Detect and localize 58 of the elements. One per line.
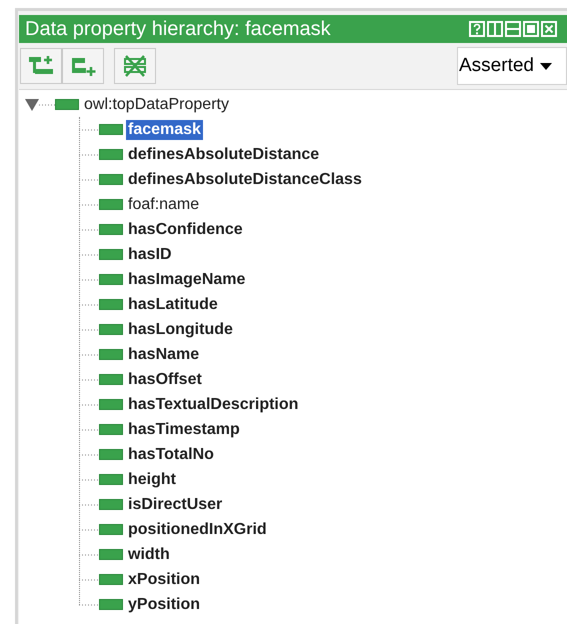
split-vertical-icon[interactable] — [487, 21, 503, 37]
add-sibling-button[interactable] — [62, 48, 104, 84]
add-subproperty-button[interactable] — [20, 48, 62, 84]
data-property-icon — [99, 124, 123, 135]
data-property-icon — [99, 299, 123, 310]
data-property-icon — [99, 499, 123, 510]
property-label[interactable]: facemask — [126, 120, 203, 140]
property-label[interactable]: hasTextualDescription — [126, 394, 300, 414]
data-property-icon — [99, 574, 123, 585]
data-property-icon — [99, 424, 123, 435]
property-label[interactable]: hasOffset — [126, 370, 204, 390]
delete-property-icon — [122, 54, 148, 78]
add-sibling-icon — [69, 55, 97, 77]
data-property-icon — [99, 399, 123, 410]
property-label[interactable]: definesAbsoluteDistanceClass — [126, 170, 364, 190]
data-property-icon — [99, 599, 123, 610]
data-property-icon — [99, 449, 123, 460]
data-property-icon — [99, 474, 123, 485]
property-label[interactable]: isDirectUser — [126, 494, 224, 514]
expanded-triangle-icon[interactable] — [25, 98, 39, 110]
property-label[interactable]: hasTotalNo — [126, 444, 216, 464]
data-property-icon — [99, 274, 123, 285]
data-property-icon — [55, 99, 79, 110]
property-label[interactable]: hasID — [126, 244, 174, 264]
property-label[interactable]: definesAbsoluteDistance — [126, 144, 322, 164]
data-property-icon — [99, 249, 123, 260]
data-property-icon — [99, 349, 123, 360]
delete-button[interactable] — [114, 48, 156, 84]
add-subproperty-icon — [27, 55, 55, 77]
data-property-icon — [99, 174, 123, 185]
property-label[interactable]: xPosition — [126, 570, 202, 590]
help-icon[interactable] — [469, 21, 485, 37]
mode-dropdown[interactable]: Asserted — [457, 47, 567, 85]
property-label[interactable]: yPosition — [126, 594, 202, 614]
property-label[interactable]: hasConfidence — [126, 220, 245, 240]
panel-title: Data property hierarchy: facemask — [25, 19, 332, 39]
tree-connector-line — [39, 104, 55, 106]
property-label[interactable]: hasTimestamp — [126, 420, 242, 440]
data-property-icon — [99, 549, 123, 560]
maximize-icon[interactable] — [523, 21, 539, 37]
property-label[interactable]: hasImageName — [126, 270, 248, 290]
data-property-icon — [99, 149, 123, 160]
data-property-icon — [99, 224, 123, 235]
property-label[interactable]: owl:topDataProperty — [82, 94, 231, 114]
property-label[interactable]: height — [126, 470, 178, 490]
data-property-icon — [99, 374, 123, 385]
data-property-icon — [99, 199, 123, 210]
property-label[interactable]: foaf:name — [126, 194, 202, 214]
property-label[interactable]: hasLongitude — [126, 320, 235, 340]
property-label[interactable]: hasName — [126, 344, 202, 364]
data-property-icon — [99, 524, 123, 535]
property-label[interactable]: width — [126, 544, 172, 564]
close-icon[interactable] — [541, 21, 557, 37]
property-label[interactable]: positionedInXGrid — [126, 520, 269, 540]
property-label[interactable]: hasLatitude — [126, 294, 220, 314]
split-horizontal-icon[interactable] — [505, 21, 521, 37]
dropdown-caret-icon — [540, 62, 552, 70]
data-property-icon — [99, 324, 123, 335]
